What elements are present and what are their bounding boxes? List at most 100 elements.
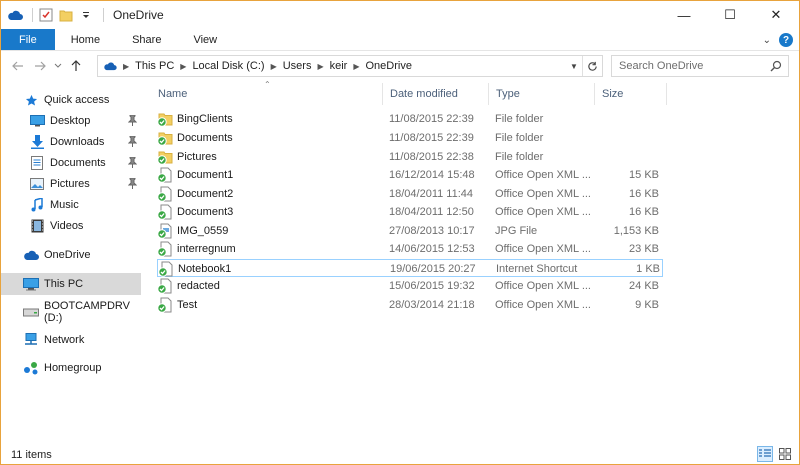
table-row[interactable]: IMG_0559 27/08/2013 10:17 JPG File 1,153… bbox=[151, 222, 663, 240]
drive-icon bbox=[23, 304, 39, 320]
table-row[interactable]: BingClients 11/08/2015 22:39 File folder bbox=[151, 110, 663, 128]
nav-item-music[interactable]: Music bbox=[1, 194, 141, 216]
table-row[interactable]: Pictures 11/08/2015 22:38 File folder bbox=[151, 148, 663, 166]
pin-icon[interactable] bbox=[127, 156, 138, 171]
file-name: interregnum bbox=[177, 243, 236, 255]
file-date: 11/08/2015 22:39 bbox=[389, 113, 474, 125]
synced-file-icon bbox=[157, 278, 173, 294]
breadcrumb-keir[interactable]: keir bbox=[330, 60, 348, 72]
computer-icon bbox=[23, 276, 39, 292]
nav-item-label: Quick access bbox=[44, 94, 110, 106]
column-header-date-modified[interactable]: Date modified bbox=[383, 83, 489, 105]
file-name: Notebook1 bbox=[178, 263, 232, 275]
file-name: Pictures bbox=[177, 151, 217, 163]
ribbon-right-controls: ⌄ ? bbox=[763, 29, 793, 51]
breadcrumb-arrow-icon[interactable]: ▶ bbox=[317, 62, 323, 71]
large-icons-view-icon[interactable] bbox=[777, 446, 793, 462]
breadcrumb-onedrive[interactable]: OneDrive bbox=[366, 60, 412, 72]
nav-item-documents[interactable]: Documents bbox=[1, 152, 141, 174]
file-size: 1 KB bbox=[636, 263, 660, 275]
toolbar-separator bbox=[103, 8, 104, 22]
tab-home[interactable]: Home bbox=[55, 29, 116, 50]
expand-ribbon-icon[interactable]: ⌄ bbox=[763, 35, 771, 46]
file-type: Office Open XML ... bbox=[495, 299, 591, 311]
table-row[interactable]: Notebook1 19/06/2015 20:27 Internet Shor… bbox=[157, 259, 663, 277]
breadcrumb-local-disk[interactable]: Local Disk (C:) bbox=[192, 60, 264, 72]
nav-item-videos[interactable]: Videos bbox=[1, 215, 141, 237]
download-icon bbox=[29, 134, 45, 150]
file-size: 23 KB bbox=[629, 243, 659, 255]
breadcrumb-arrow-icon[interactable]: ▶ bbox=[123, 62, 129, 71]
maximize-button[interactable]: ☐ bbox=[707, 1, 753, 29]
homegroup-icon bbox=[23, 360, 39, 376]
nav-item-label: Downloads bbox=[50, 136, 105, 148]
tab-file[interactable]: File bbox=[1, 29, 55, 50]
nav-item-quick-access[interactable]: Quick access bbox=[1, 89, 141, 111]
close-button[interactable]: ✕ bbox=[753, 1, 799, 29]
file-size: 16 KB bbox=[629, 206, 659, 218]
nav-item-onedrive[interactable]: OneDrive bbox=[1, 244, 141, 266]
forward-button[interactable] bbox=[29, 55, 51, 77]
table-row[interactable]: Test 28/03/2014 21:18 Office Open XML ..… bbox=[151, 296, 663, 314]
file-name: IMG_0559 bbox=[177, 225, 229, 237]
file-name: Document3 bbox=[177, 206, 234, 218]
address-row: ▶ This PC ▶ Local Disk (C:) ▶ Users ▶ ke… bbox=[1, 52, 799, 80]
table-row[interactable]: Documents 11/08/2015 22:39 File folder bbox=[151, 129, 663, 147]
file-date: 28/03/2014 21:18 bbox=[389, 299, 475, 311]
synced-folder-icon bbox=[157, 130, 173, 146]
nav-item-pictures[interactable]: Pictures bbox=[1, 173, 141, 195]
up-button[interactable] bbox=[65, 55, 87, 77]
properties-icon[interactable] bbox=[38, 7, 54, 23]
help-icon[interactable]: ? bbox=[779, 33, 793, 47]
address-dropdown-icon[interactable]: ▼ bbox=[566, 56, 582, 76]
videos-icon bbox=[29, 218, 45, 234]
back-button[interactable] bbox=[7, 55, 29, 77]
synced-shortcut-icon bbox=[158, 261, 174, 277]
column-header-name[interactable]: Name bbox=[151, 83, 383, 105]
nav-item-network[interactable]: Network bbox=[1, 329, 141, 351]
breadcrumb-this-pc[interactable]: This PC bbox=[135, 60, 174, 72]
file-type: Office Open XML ... bbox=[495, 206, 591, 218]
column-header-type[interactable]: Type bbox=[489, 83, 595, 105]
nav-item-homegroup[interactable]: Homegroup bbox=[1, 357, 141, 379]
table-row[interactable]: Document1 16/12/2014 15:48 Office Open X… bbox=[151, 166, 663, 184]
table-row[interactable]: redacted 15/06/2015 19:32 Office Open XM… bbox=[151, 277, 663, 295]
new-folder-icon[interactable] bbox=[58, 7, 74, 23]
nav-item-downloads[interactable]: Downloads bbox=[1, 131, 141, 153]
nav-item-label: OneDrive bbox=[44, 249, 91, 261]
file-date: 27/08/2013 10:17 bbox=[389, 225, 475, 237]
nav-item-label: Desktop bbox=[50, 115, 91, 127]
refresh-button[interactable] bbox=[582, 56, 602, 76]
column-header-size[interactable]: Size bbox=[595, 83, 667, 105]
cloud-icon bbox=[103, 61, 117, 71]
table-row[interactable]: Document3 18/04/2011 12:50 Office Open X… bbox=[151, 203, 663, 221]
customize-toolbar-icon[interactable] bbox=[78, 7, 94, 23]
pin-icon[interactable] bbox=[127, 177, 138, 192]
nav-item-bootcamp-drive[interactable]: BOOTCAMPDRV (D:) bbox=[1, 300, 141, 324]
table-row[interactable]: interregnum 14/06/2015 12:53 Office Open… bbox=[151, 240, 663, 258]
breadcrumb-users[interactable]: Users bbox=[283, 60, 312, 72]
tab-view[interactable]: View bbox=[177, 29, 233, 50]
details-view-icon[interactable] bbox=[757, 446, 773, 462]
cloud-icon bbox=[23, 247, 39, 263]
star-icon bbox=[23, 92, 39, 108]
table-row[interactable]: Document2 18/04/2011 11:44 Office Open X… bbox=[151, 185, 663, 203]
breadcrumb-arrow-icon[interactable]: ▶ bbox=[271, 62, 277, 71]
breadcrumb-arrow-icon[interactable]: ▶ bbox=[180, 62, 186, 71]
pin-icon[interactable] bbox=[127, 135, 138, 150]
address-bar[interactable]: ▶ This PC ▶ Local Disk (C:) ▶ Users ▶ ke… bbox=[97, 55, 603, 77]
pin-icon[interactable] bbox=[127, 114, 138, 129]
search-box[interactable] bbox=[611, 55, 789, 77]
file-name: Document2 bbox=[177, 188, 234, 200]
nav-item-this-pc[interactable]: This PC bbox=[1, 273, 141, 295]
tab-share[interactable]: Share bbox=[116, 29, 177, 50]
search-icon[interactable] bbox=[770, 60, 782, 75]
file-size bbox=[601, 129, 659, 147]
minimize-button[interactable]: — bbox=[661, 1, 707, 29]
recent-locations-icon[interactable] bbox=[51, 55, 65, 77]
breadcrumb-arrow-icon[interactable]: ▶ bbox=[353, 62, 359, 71]
nav-item-label: Network bbox=[44, 334, 85, 346]
search-input[interactable] bbox=[619, 60, 769, 72]
nav-item-desktop[interactable]: Desktop bbox=[1, 110, 141, 132]
quick-access-toolbar: OneDrive bbox=[1, 1, 164, 29]
